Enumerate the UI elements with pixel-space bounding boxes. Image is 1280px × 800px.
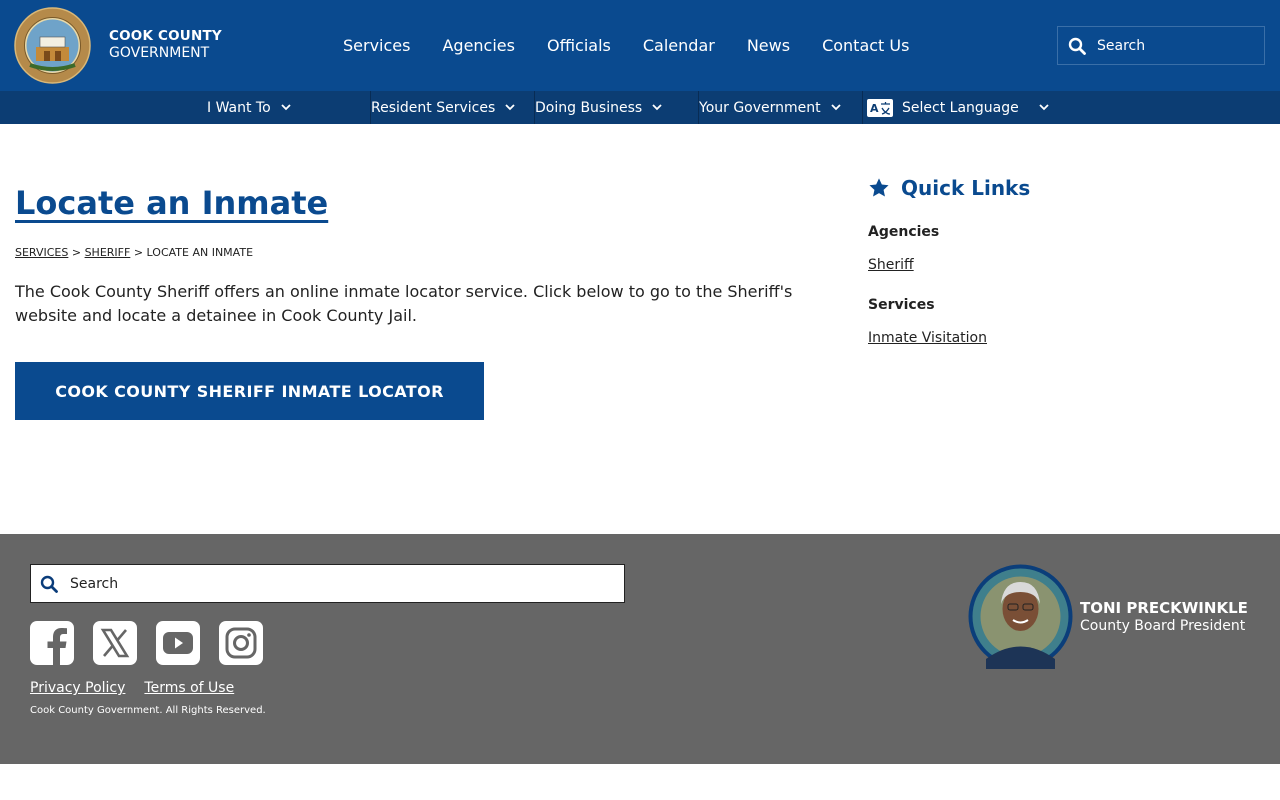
brand-line-1: COOK COUNTY: [109, 28, 222, 44]
breadcrumb-separator: >: [71, 246, 82, 259]
president-name: TONI PRECKWINKLE: [1080, 599, 1248, 617]
terms-of-use-link[interactable]: Terms of Use: [144, 680, 234, 696]
subnav-i-want-to[interactable]: I Want To: [207, 91, 291, 124]
footer-search: [30, 564, 625, 603]
breadcrumb-services[interactable]: SERVICES: [15, 246, 68, 259]
quick-links-services-heading: Services: [868, 297, 935, 313]
quick-link-sheriff[interactable]: Sheriff: [868, 257, 914, 273]
chevron-down-icon: [1039, 104, 1049, 111]
nav-services[interactable]: Services: [343, 36, 410, 55]
site-brand[interactable]: COOK COUNTY GOVERNMENT: [109, 28, 222, 62]
inmate-locator-button[interactable]: COOK COUNTY SHERIFF INMATE LOCATOR: [15, 362, 484, 420]
county-seal-logo[interactable]: [14, 7, 91, 84]
breadcrumb-separator: >: [133, 246, 144, 259]
language-label: Select Language: [902, 99, 1019, 116]
nav-officials[interactable]: Officials: [547, 36, 611, 55]
subnav-your-government[interactable]: Your Government: [699, 91, 841, 124]
main-nav: Services Agencies Officials Calendar New…: [343, 36, 941, 55]
translate-icon: A: [867, 98, 893, 117]
search-icon[interactable]: [1068, 37, 1086, 55]
quick-link-inmate-visitation[interactable]: Inmate Visitation: [868, 330, 987, 346]
quick-links-heading: Quick Links: [868, 176, 1030, 200]
star-icon: [869, 178, 889, 197]
site-footer: Privacy Policy Terms of Use Cook County …: [0, 534, 1280, 764]
subnav-divider: [862, 91, 863, 124]
copyright-text: Cook County Government. All Rights Reser…: [30, 705, 266, 716]
youtube-icon[interactable]: [156, 621, 200, 665]
privacy-policy-link[interactable]: Privacy Policy: [30, 680, 125, 696]
subnav-label: Resident Services: [371, 99, 496, 116]
breadcrumb-sheriff[interactable]: SHERIFF: [85, 246, 131, 259]
x-twitter-icon[interactable]: [93, 621, 137, 665]
footer-links: Privacy Policy Terms of Use: [30, 680, 253, 696]
brand-line-2: GOVERNMENT: [109, 45, 210, 61]
page-title: Locate an Inmate: [15, 184, 329, 222]
footer-search-input[interactable]: [70, 575, 610, 592]
social-links: [30, 621, 282, 665]
secondary-nav: I Want To Resident Services Doing Busine…: [0, 91, 1280, 124]
subnav-label: Your Government: [699, 99, 821, 116]
subnav-label: I Want To: [207, 99, 271, 116]
instagram-icon[interactable]: [219, 621, 263, 665]
quick-links-title: Quick Links: [901, 176, 1031, 200]
chevron-down-icon: [652, 104, 662, 111]
subnav-doing-business[interactable]: Doing Business: [535, 91, 662, 124]
intro-text: The Cook County Sheriff offers an online…: [15, 282, 793, 325]
language-select[interactable]: A Select Language: [867, 91, 1049, 124]
breadcrumb: SERVICES > SHERIFF > LOCATE AN INMATE: [15, 246, 253, 259]
nav-contact-us[interactable]: Contact Us: [822, 36, 909, 55]
subnav-resident-services[interactable]: Resident Services: [371, 91, 515, 124]
chevron-down-icon: [281, 104, 291, 111]
president-title: County Board President: [1080, 618, 1246, 634]
facebook-icon[interactable]: [30, 621, 74, 665]
chevron-down-icon: [505, 104, 515, 111]
nav-news[interactable]: News: [747, 36, 790, 55]
header-search-input[interactable]: [1097, 37, 1257, 54]
breadcrumb-current: LOCATE AN INMATE: [146, 246, 254, 259]
search-icon[interactable]: [40, 575, 58, 593]
president-portrait: [968, 564, 1073, 669]
nav-agencies[interactable]: Agencies: [442, 36, 515, 55]
chevron-down-icon: [831, 104, 841, 111]
header-search: [1057, 26, 1265, 65]
svg-text:A: A: [870, 102, 879, 115]
quick-links-agencies-heading: Agencies: [868, 224, 940, 240]
subnav-label: Doing Business: [535, 99, 643, 116]
site-header: COOK COUNTY GOVERNMENT Services Agencies…: [0, 0, 1280, 91]
nav-calendar[interactable]: Calendar: [643, 36, 715, 55]
